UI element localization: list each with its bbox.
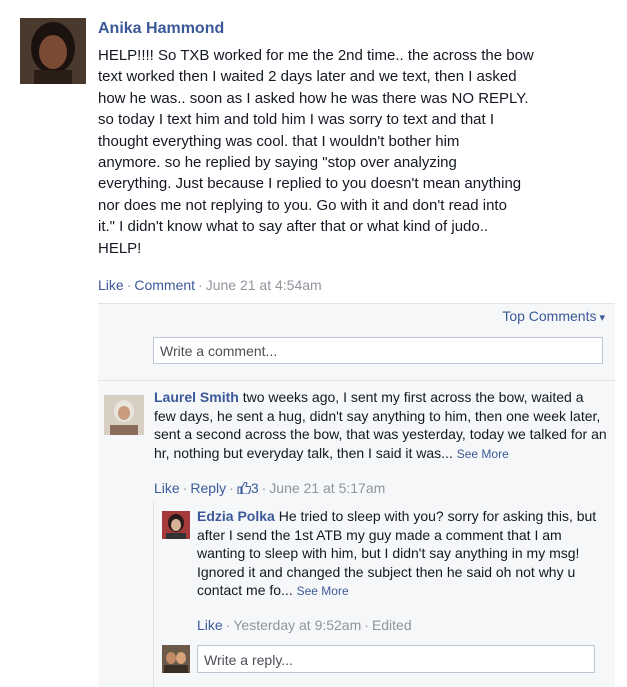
separator: · (364, 617, 369, 633)
post-like-link[interactable]: Like (98, 277, 124, 293)
reply-input[interactable]: Write a reply... (197, 645, 595, 673)
thumbs-up-icon[interactable] (237, 481, 252, 495)
post-author-avatar[interactable] (20, 18, 86, 84)
separator: · (229, 480, 234, 496)
current-user-avatar (162, 645, 190, 673)
see-more-link[interactable]: See More (297, 584, 349, 598)
see-more-link[interactable]: See More (457, 447, 509, 461)
post-timestamp[interactable]: June 21 at 4:54am (206, 277, 322, 293)
top-comments-dropdown[interactable]: Top Comments ▾ (502, 308, 605, 324)
comment-reply-link[interactable]: Reply (190, 480, 226, 496)
comments-section: Top Comments ▾ Write a comment... Laurel … (98, 303, 615, 687)
top-comments-label: Top Comments (502, 308, 597, 324)
comment-like-count[interactable]: 3 (251, 480, 259, 496)
separator: · (261, 480, 267, 496)
replies-thread: Edzia Polka He tried to sleep with you? … (153, 502, 616, 687)
reply-author[interactable]: Edzia Polka (197, 508, 275, 524)
divider (98, 380, 615, 381)
comment-actions: Like · Reply · 3 · June 21 at 5:17am (154, 480, 385, 496)
post-text: HELP!!!! So TXB worked for me the 2nd ti… (98, 47, 534, 257)
comment-like-link[interactable]: Like (154, 480, 180, 496)
reply-like-link[interactable]: Like (197, 617, 223, 633)
caret-down-icon: ▾ (599, 312, 605, 324)
reply-actions: Like · Yesterday at 9:52am · Edited (197, 617, 412, 633)
edited-label[interactable]: Edited (372, 617, 412, 633)
comment-input[interactable]: Write a comment... (153, 337, 603, 364)
separator: · (182, 480, 188, 496)
reply-timestamp[interactable]: Yesterday at 9:52am (233, 617, 361, 633)
post-comment-link[interactable]: Comment (134, 277, 195, 293)
separator: · (126, 277, 132, 293)
separator: · (225, 617, 231, 633)
comment-timestamp[interactable]: June 21 at 5:17am (269, 480, 385, 496)
reply-body: Edzia Polka He tried to sleep with you? … (197, 507, 597, 601)
post-author-name[interactable]: Anika Hammond (98, 20, 224, 38)
replier-avatar[interactable] (162, 511, 190, 539)
commenter-avatar[interactable] (104, 395, 144, 435)
separator: · (198, 277, 203, 293)
post-actions: Like · Comment · June 21 at 4:54am (98, 277, 322, 293)
comment-author[interactable]: Laurel Smith (154, 389, 239, 405)
comment-body: Laurel Smith two weeks ago, I sent my fi… (154, 388, 609, 463)
